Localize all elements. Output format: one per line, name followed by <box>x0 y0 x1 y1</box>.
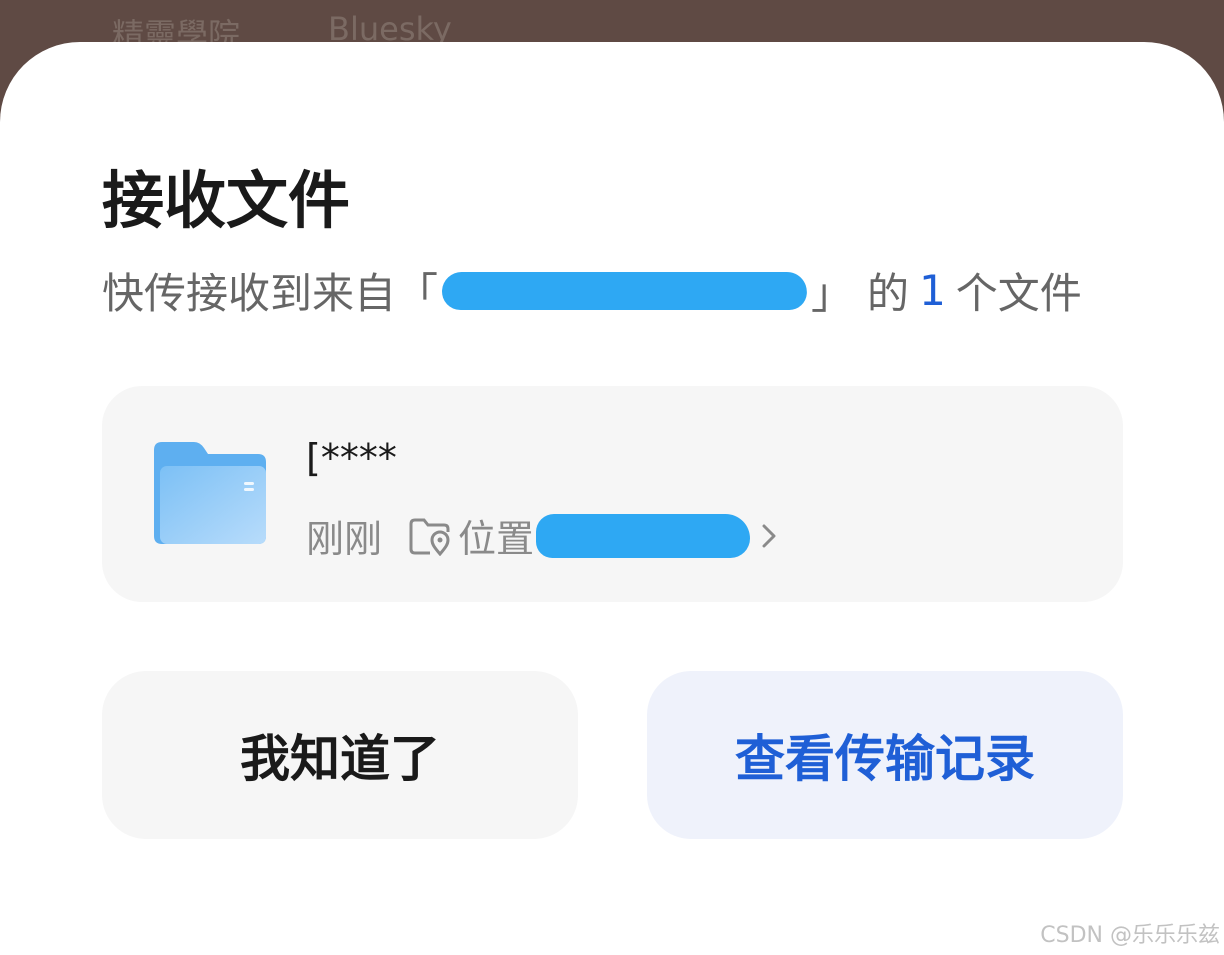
file-time: 刚刚 <box>306 517 383 561</box>
dismiss-button[interactable]: 我知道了 <box>102 671 578 839</box>
file-count: 1 <box>919 266 946 315</box>
folder-location-icon <box>409 518 450 556</box>
sender-redacted <box>440 271 809 310</box>
view-history-button[interactable]: 查看传输记录 <box>647 671 1123 839</box>
open-bracket: 「 <box>396 269 439 318</box>
location-redacted <box>536 513 751 558</box>
subtitle-suffix: 个文件 <box>955 269 1082 318</box>
chevron-right-icon[interactable] <box>758 520 780 552</box>
dialog-subtitle: 快传接收到来自 「 」 的 1 个文件 <box>102 260 1082 321</box>
watermark: CSDN @乐乐乐兹 <box>1040 923 1220 948</box>
subtitle-middle: 的 <box>867 269 910 318</box>
dialog-title: 接收文件 <box>102 164 351 237</box>
location-label: 位置 <box>458 517 535 561</box>
folder-icon <box>154 442 266 544</box>
file-meta: 刚刚 位置 <box>306 508 780 563</box>
close-bracket: 」 <box>811 269 854 318</box>
file-card[interactable]: [**** 刚刚 位置 <box>102 386 1123 602</box>
file-name: [**** <box>306 436 397 480</box>
subtitle-prefix: 快传接收到来自 <box>102 269 397 318</box>
